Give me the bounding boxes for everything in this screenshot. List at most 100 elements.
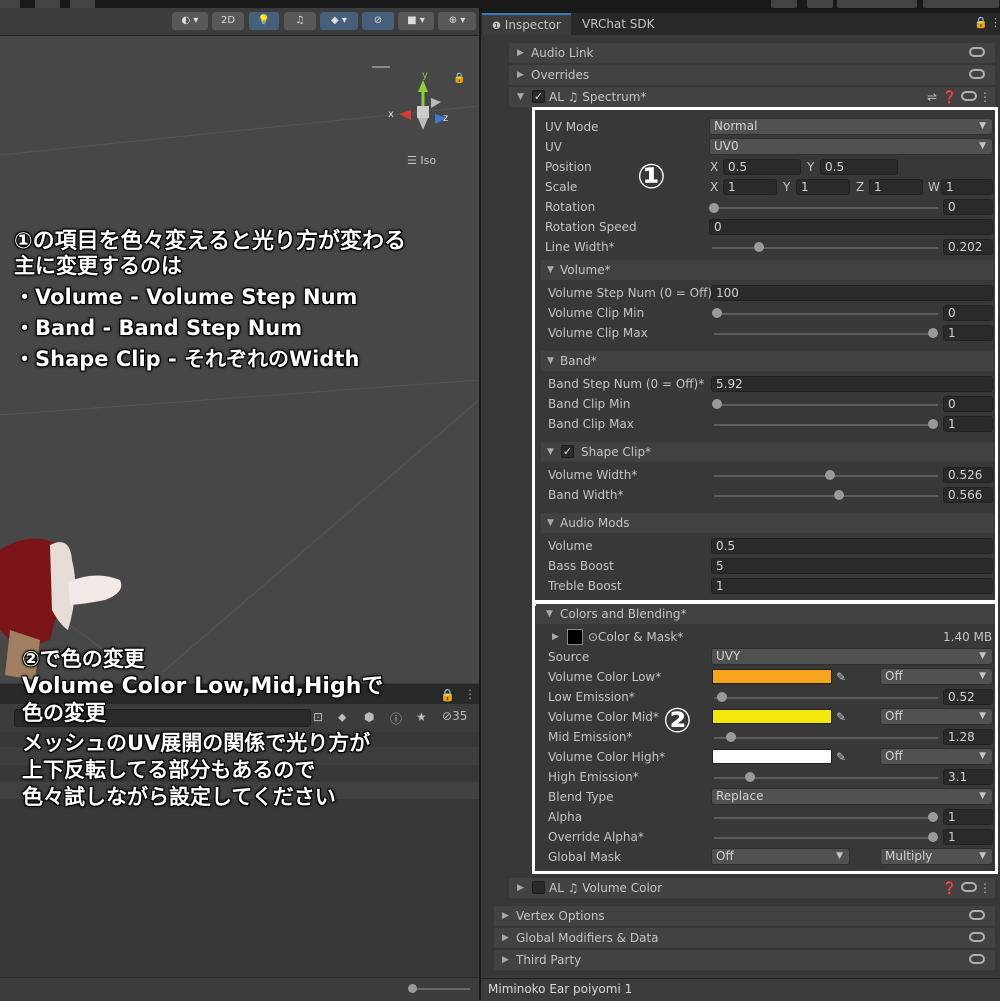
foldout-audio-link[interactable]: ▶ Audio Link (509, 43, 995, 63)
volume-clip-min-field[interactable]: 0 (943, 305, 993, 321)
foldout-overrides[interactable]: ▶ Overrides (509, 65, 995, 85)
blend-type-dropdown[interactable]: Replace ▼ (711, 788, 993, 805)
link-icon[interactable] (969, 47, 985, 57)
high-emission-field[interactable]: 3.1 (943, 769, 993, 785)
band-width-thumb[interactable] (834, 490, 844, 500)
bass-boost-field[interactable]: 5 (711, 558, 993, 574)
help-icon[interactable]: ❓ (942, 878, 957, 898)
preview-status-bar[interactable]: Miminoko Ear poiyomi 1 (481, 978, 1000, 1001)
volume-color-enable-checkbox[interactable] (532, 881, 545, 894)
lighting-toggle-icon[interactable]: 💡 (249, 12, 279, 30)
tab-vrchat-sdk[interactable]: VRChat SDK (572, 13, 665, 35)
gizmos-icon[interactable]: ⊕ ▾ (438, 12, 476, 30)
lock-icon[interactable]: 🔒 (974, 16, 988, 29)
link-icon[interactable] (969, 932, 985, 942)
link-icon[interactable] (969, 69, 985, 79)
volume-step-num-field[interactable]: 100 (711, 285, 993, 301)
pause-button[interactable] (35, 0, 60, 8)
volume-clip-max-thumb[interactable] (928, 328, 938, 338)
source-dropdown[interactable]: UVY ▼ (711, 648, 993, 665)
scene-drag-handle[interactable] (372, 66, 390, 68)
audio-mods-section-header[interactable]: ▼ Audio Mods (541, 513, 994, 533)
line-width-field[interactable]: 0.202 (943, 239, 993, 255)
high-emission-thumb[interactable] (745, 772, 755, 782)
low-emission-field[interactable]: 0.52 (943, 689, 993, 705)
am-volume-field[interactable]: 0.5 (711, 538, 993, 554)
scale-z-field[interactable]: 1 (869, 179, 923, 195)
link-icon[interactable] (961, 91, 977, 101)
alpha-track[interactable] (714, 817, 938, 819)
treble-boost-field[interactable]: 1 (711, 578, 993, 594)
effects-toggle-icon[interactable]: ◆ ▾ (320, 12, 358, 30)
color-high-swatch[interactable] (712, 749, 832, 764)
volume-section-header[interactable]: ▼ Volume* (541, 260, 994, 280)
scale-w-field[interactable]: 1 (941, 179, 993, 195)
texture-thumbnail[interactable] (567, 629, 583, 645)
color-low-mode-dropdown[interactable]: Off ▼ (880, 668, 993, 685)
band-clip-min-field[interactable]: 0 (943, 396, 993, 412)
volume-clip-min-track[interactable] (714, 313, 938, 315)
band-section-header[interactable]: ▼ Band* (541, 351, 994, 371)
band-clip-max-track[interactable] (714, 424, 938, 426)
position-x-field[interactable]: 0.5 (723, 159, 801, 175)
band-clip-min-track[interactable] (714, 404, 938, 406)
mid-emission-field[interactable]: 1.28 (943, 729, 993, 745)
low-emission-thumb[interactable] (717, 692, 727, 702)
band-step-num-field[interactable]: 5.92 (711, 376, 993, 392)
band-width-field[interactable]: 0.566 (943, 487, 993, 503)
2d-toggle-button[interactable]: 2D (212, 12, 244, 30)
scale-y-field[interactable]: 1 (796, 179, 850, 195)
volume-width-thumb[interactable] (825, 470, 835, 480)
global-mask-mode-dropdown[interactable]: Multiply ▼ (880, 848, 993, 865)
volume-clip-max-track[interactable] (714, 333, 938, 335)
position-y-field[interactable]: 0.5 (820, 159, 898, 175)
low-emission-track[interactable] (714, 697, 938, 699)
mid-emission-thumb[interactable] (726, 732, 736, 742)
rotation-slider-thumb[interactable] (709, 203, 719, 213)
more-options-icon[interactable]: ⋮ (990, 16, 1000, 29)
alpha-field[interactable]: 1 (943, 809, 993, 825)
override-alpha-track[interactable] (714, 837, 938, 839)
line-width-slider-track[interactable] (712, 247, 938, 249)
expand-arrow-icon[interactable]: ▶ (552, 627, 559, 647)
color-low-swatch[interactable] (712, 669, 832, 684)
override-alpha-thumb[interactable] (928, 832, 938, 842)
audio-toggle-icon[interactable]: ♫ (284, 12, 316, 30)
colors-section-header[interactable]: ▼ Colors and Blending* (536, 604, 995, 624)
play-button[interactable] (0, 0, 20, 8)
shape-clip-checkbox[interactable]: ✓ (561, 445, 574, 458)
shading-mode-button[interactable]: ◐ ▾ (172, 12, 208, 30)
volume-width-field[interactable]: 0.526 (943, 467, 993, 483)
layers-dropdown[interactable] (837, 0, 917, 8)
eyedropper-icon[interactable]: ✎ (836, 747, 846, 767)
foldout-volume-color[interactable]: ▶ AL ♫ Volume Color ❓ ⋮ (509, 878, 995, 898)
uv-dropdown[interactable]: UV0 ▼ (709, 138, 993, 155)
rotation-slider-track[interactable] (712, 207, 938, 209)
band-width-track[interactable] (714, 495, 938, 497)
override-alpha-field[interactable]: 1 (943, 829, 993, 845)
link-icon[interactable] (961, 882, 977, 892)
more-options-icon[interactable]: ⋮ (979, 87, 991, 107)
volume-clip-min-thumb[interactable] (712, 308, 722, 318)
projection-label[interactable]: ☰ Iso (407, 154, 436, 167)
shape-clip-section-header[interactable]: ▼ ✓ Shape Clip* (541, 442, 994, 462)
foldout-third-party[interactable]: ▶ Third Party (494, 950, 995, 970)
more-options-icon[interactable]: ⋮ (979, 878, 991, 898)
lock-icon[interactable]: 🔒 (453, 73, 465, 84)
uv-mode-dropdown[interactable]: Normal ▼ (709, 118, 993, 135)
layout-dropdown[interactable] (923, 0, 999, 8)
scale-x-field[interactable]: 1 (723, 179, 777, 195)
link-icon[interactable] (969, 910, 985, 920)
volume-clip-max-field[interactable]: 1 (943, 325, 993, 341)
link-icon[interactable] (969, 954, 985, 964)
search-icon[interactable] (807, 0, 833, 8)
tab-inspector[interactable]: ❶ Inspector (482, 13, 571, 35)
mid-emission-track[interactable] (714, 737, 938, 739)
color-mid-swatch[interactable] (712, 709, 832, 724)
color-high-mode-dropdown[interactable]: Off ▼ (880, 748, 993, 765)
foldout-spectrum[interactable]: ▼ ✓ AL ♫ Spectrum* ⇌ ❓ ⋮ (509, 87, 995, 107)
foldout-vertex-options[interactable]: ▶ Vertex Options (494, 906, 995, 926)
rotation-field[interactable]: 0 (943, 199, 993, 215)
step-button[interactable] (70, 0, 95, 8)
zoom-slider-track[interactable] (410, 988, 470, 990)
